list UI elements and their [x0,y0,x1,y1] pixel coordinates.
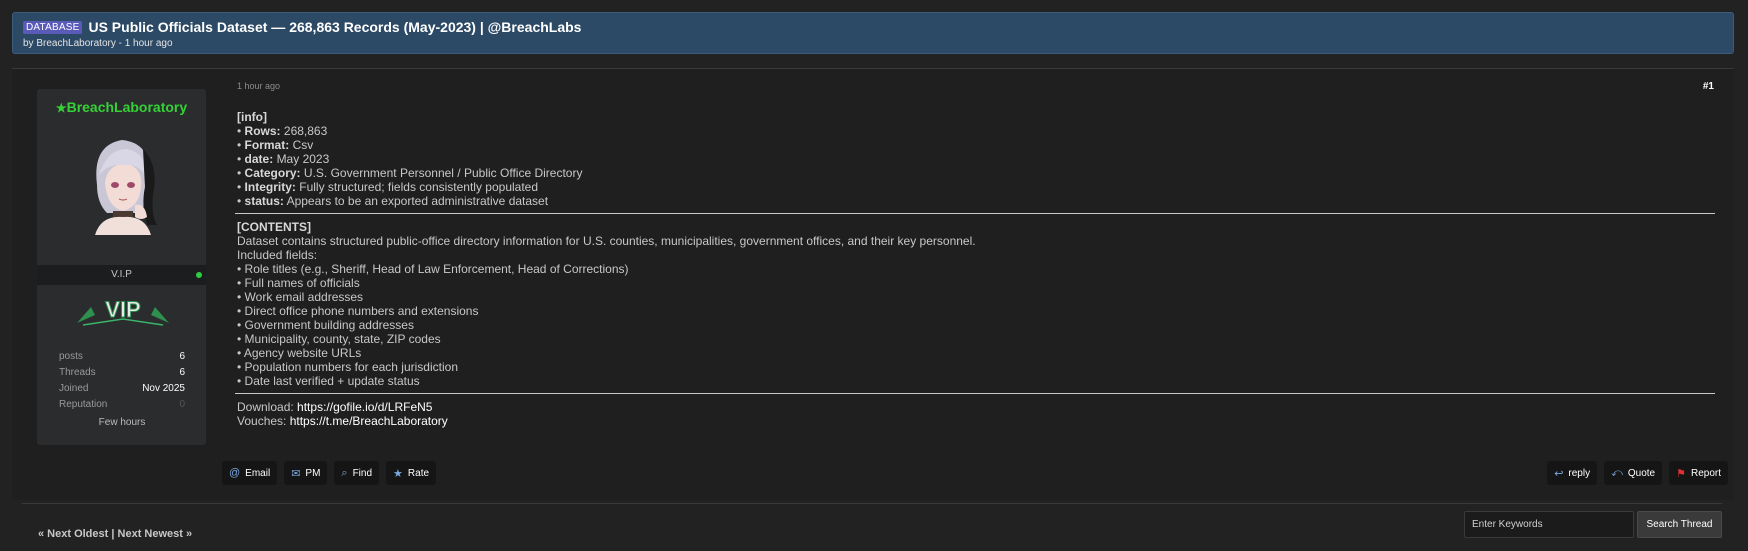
field-item: • Municipality, county, state, ZIP codes [237,332,441,346]
prefix-tag[interactable]: DATABASE [23,20,83,34]
stat-posts: posts 6 [59,351,185,362]
star-icon: ★ [393,467,403,480]
footer-divider [22,503,1722,504]
contents-description: Dataset contains structured public-offic… [237,234,976,248]
download-line: Download: https://gofile.io/d/LRFeN5 [237,400,433,414]
user-panel: ★BreachLaboratory V.I.P VIP posts 6 Thre… [37,89,206,445]
reply-icon: ↩ [1554,467,1564,480]
post-number[interactable]: #1 [1703,81,1714,92]
vouches-line: Vouches: https://t.me/BreachLaboratory [237,414,448,428]
nav-separator: | [111,528,115,540]
info-item: • Format: Csv [237,138,314,152]
search-thread-input[interactable] [1464,511,1634,538]
stat-joined: Joined Nov 2025 [59,383,185,394]
search-thread-button[interactable]: Search Thread [1637,511,1722,538]
username[interactable]: ★BreachLaboratory [37,89,206,115]
fields-intro: Included fields: [237,248,318,262]
online-status-icon [196,272,202,278]
email-button[interactable]: @ Email [222,461,278,485]
divider [235,393,1715,394]
vip-badge-icon: VIP [77,297,169,326]
avatar[interactable] [66,125,177,235]
next-newest-link[interactable]: Next Newest » [118,528,193,540]
vip-badge: VIP [73,293,173,329]
field-item: • Population numbers for each jurisdicti… [237,360,458,374]
flag-icon: ⚑ [1676,467,1686,480]
rate-button[interactable]: ★ Rate [386,461,437,485]
post-actions-left: @ Email ✉ PM ⌕ Find ★ Rate [222,461,437,485]
pm-button[interactable]: ✉ PM [284,461,328,485]
post-time: 1 hour ago [237,81,281,91]
find-button[interactable]: ⌕ Find [334,461,380,485]
user-rank: V.I.P [37,265,206,285]
avatar-image [66,125,177,235]
last-seen: Few hours [98,417,146,428]
report-button[interactable]: ⚑ Report [1669,461,1728,485]
vip-badge-text: VIP [105,297,140,322]
field-item: • Work email addresses [237,290,364,304]
envelope-icon: ✉ [291,467,301,480]
info-item: • status: Appears to be an exported admi… [237,194,549,208]
thread-header: DATABASE US Public Officials Dataset — 2… [12,12,1734,54]
thread-navigation: « Next Oldest | Next Newest » [38,528,192,540]
quote-icon: ⤺ [1611,466,1623,479]
contents-heading: [CONTENTS] [237,220,311,234]
field-item: • Role titles (e.g., Sheriff, Head of La… [237,262,629,276]
info-heading: [info] [237,110,267,124]
field-item: • Date last verified + update status [237,374,420,388]
info-item: • Integrity: Fully structured; fields co… [237,180,539,194]
next-oldest-link[interactable]: « Next Oldest [38,528,108,540]
star-icon: ★ [55,101,67,115]
thread-title: US Public Officials Dataset — 268,863 Re… [88,19,582,35]
reply-button[interactable]: ↩ reply [1547,461,1598,485]
stat-threads: Threads 6 [59,367,185,378]
field-item: • Government building addresses [237,318,414,332]
stat-reputation: Reputation 0 [59,399,185,410]
field-item: • Agency website URLs [237,346,362,360]
rank-label: V.I.P [111,269,132,280]
search-icon: ⌕ [341,466,348,479]
username-text[interactable]: BreachLaboratory [67,99,188,115]
quote-button[interactable]: ⤺ Quote [1604,461,1663,485]
post: ★BreachLaboratory V.I.P VIP posts 6 Thre… [12,68,1734,500]
thread-title-row: DATABASE US Public Officials Dataset — 2… [23,19,1723,35]
thread-byline: by BreachLaboratory - 1 hour ago [23,38,173,49]
info-item: • Category: U.S. Government Personnel / … [237,166,583,180]
vouches-link[interactable]: https://t.me/BreachLaboratory [290,414,448,428]
download-link[interactable]: https://gofile.io/d/LRFeN5 [297,400,432,414]
post-actions-right: ↩ reply ⤺ Quote ⚑ Report [1547,461,1728,485]
field-item: • Direct office phone numbers and extens… [237,304,479,318]
info-item: • date: May 2023 [237,152,330,166]
user-stats: posts 6 Threads 6 Joined Nov 2025 Reputa… [59,351,185,428]
info-item: • Rows: 268,863 [237,124,328,138]
divider [235,213,1715,214]
field-item: • Full names of officials [237,276,360,290]
at-icon: @ [229,467,241,479]
post-body: [info] • Rows: 268,863 • Format: Csv • d… [235,110,1717,428]
